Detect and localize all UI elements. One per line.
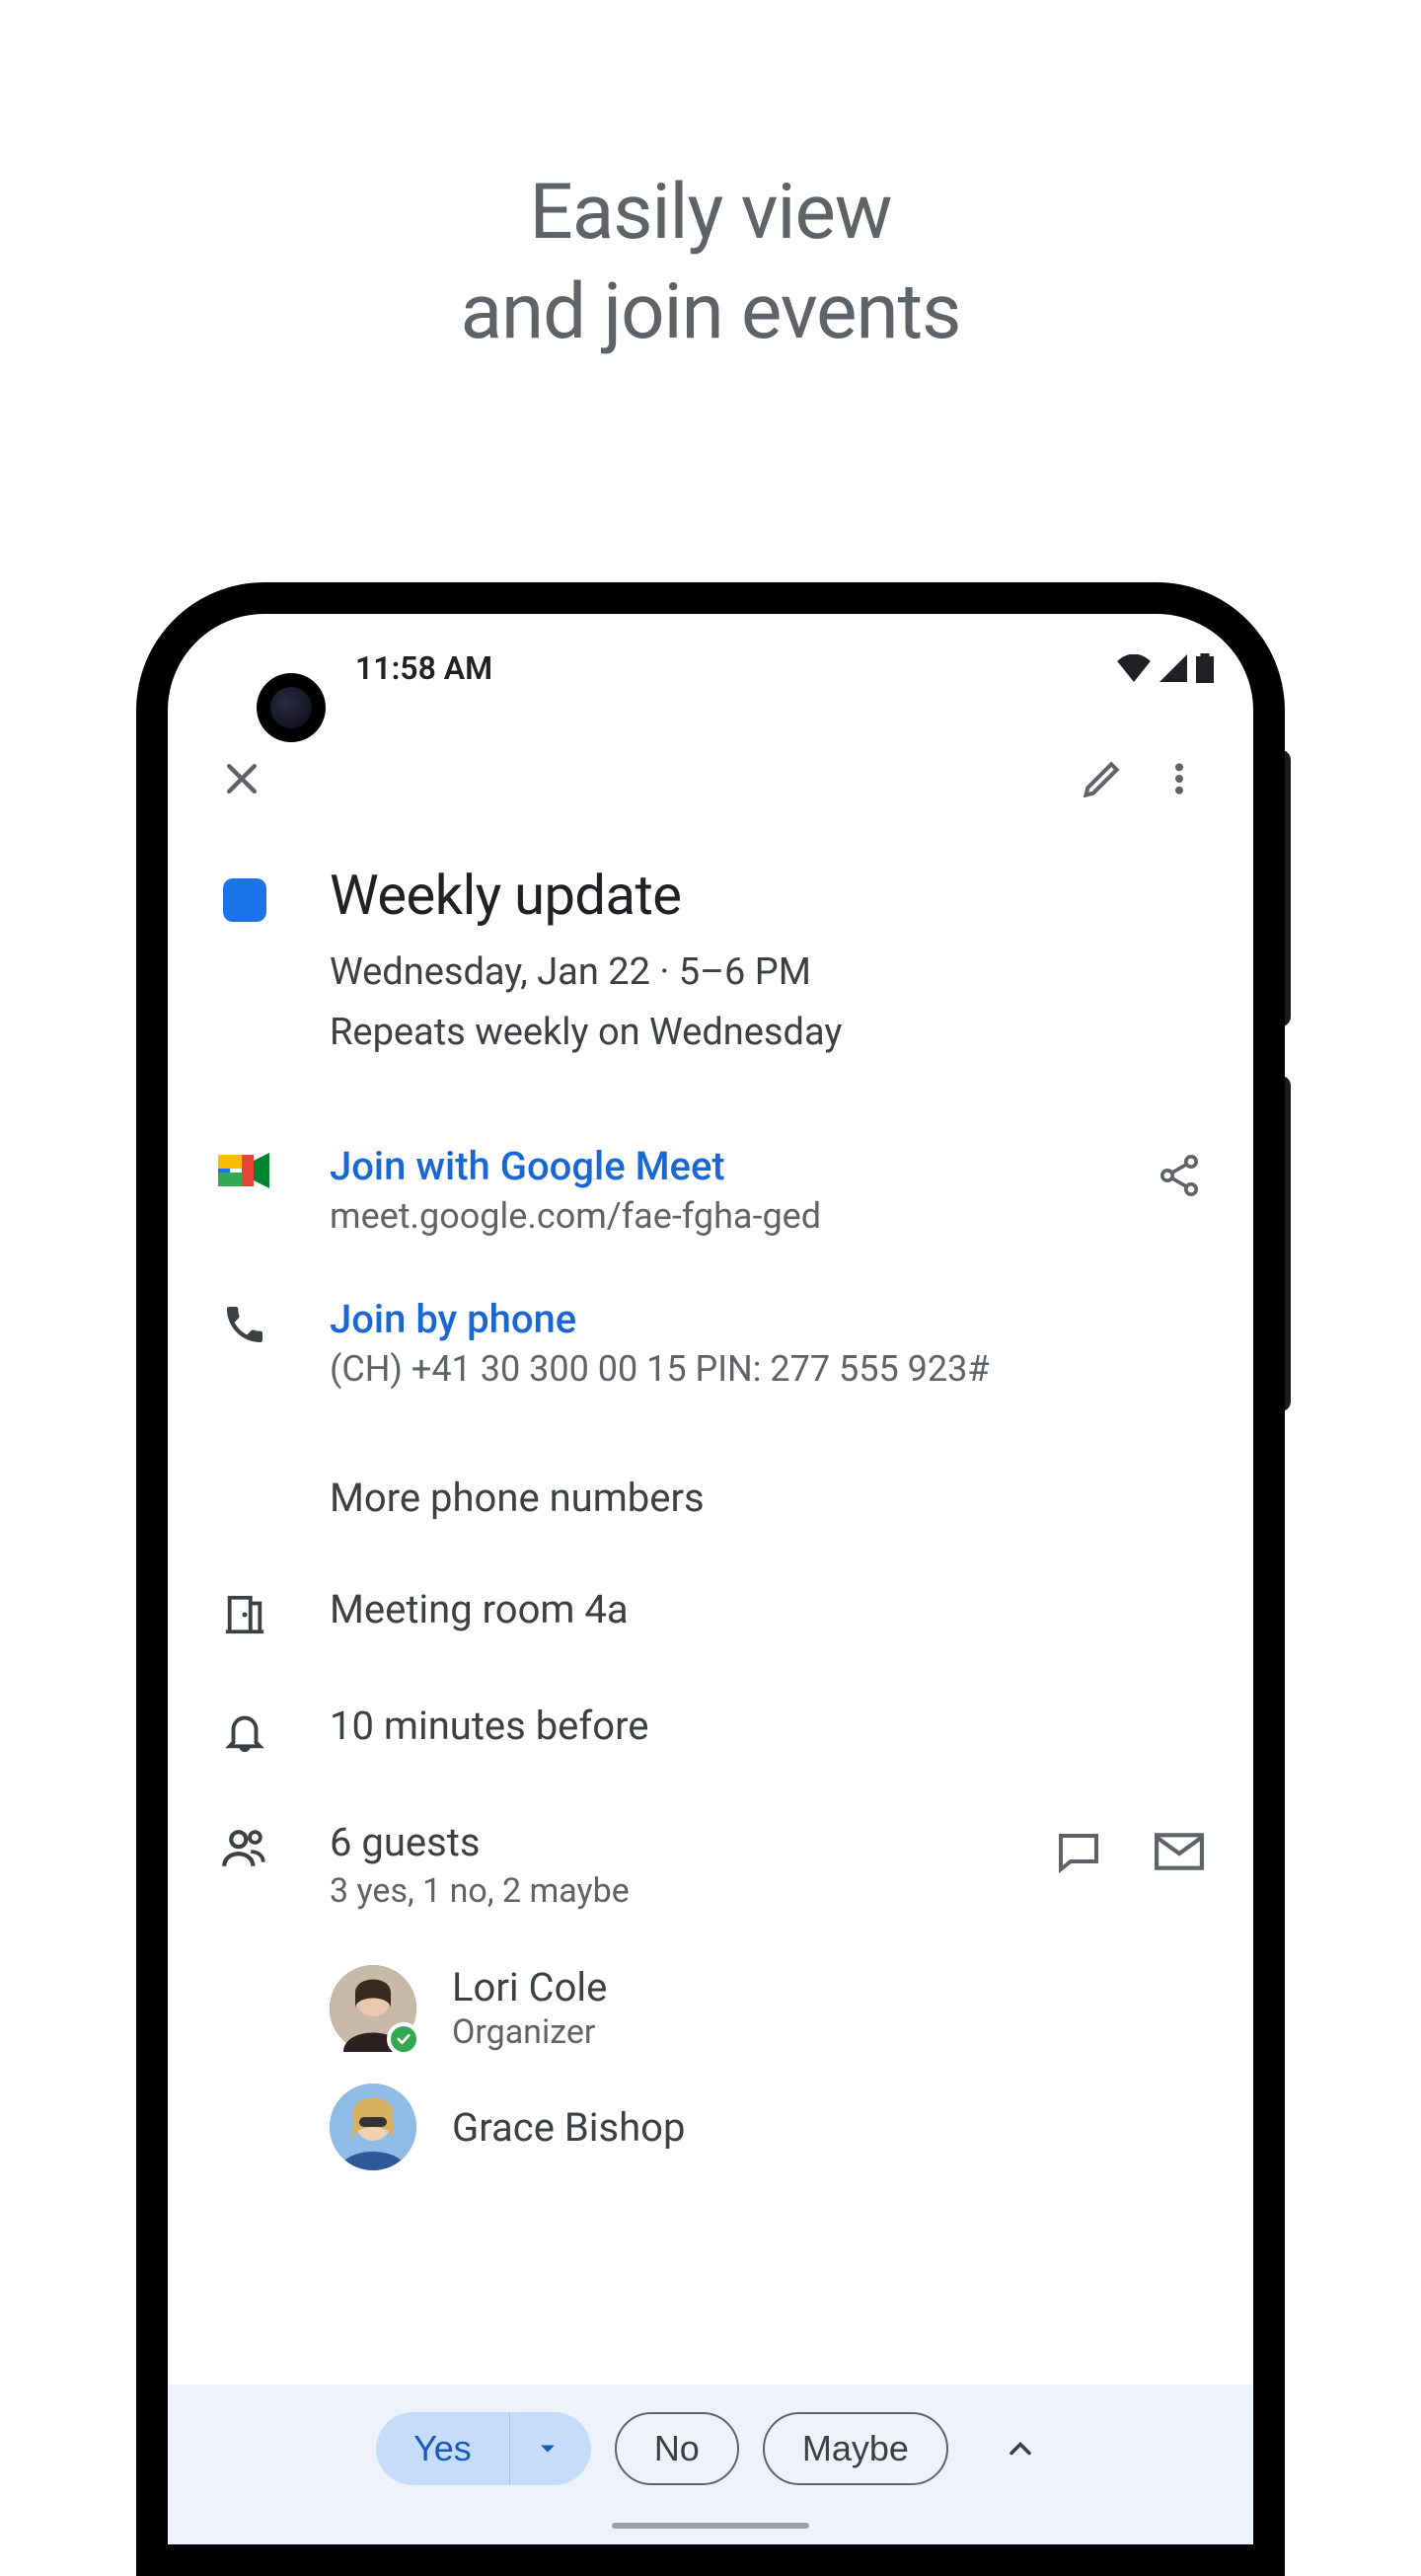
phone-frame: 11:58 AM	[136, 582, 1285, 2576]
event-header-row: Weekly update Wednesday, Jan 22 · 5–6 PM…	[215, 845, 1206, 1078]
more-phone-numbers-label: More phone numbers	[330, 1475, 1206, 1521]
share-icon	[1156, 1152, 1203, 1199]
event-color-chip	[223, 878, 266, 922]
promo-line-1: Easily view	[0, 163, 1421, 263]
close-button[interactable]	[215, 752, 268, 805]
edit-button[interactable]	[1076, 752, 1129, 805]
mail-icon	[1155, 1832, 1204, 1871]
guest-item[interactable]: Lori Cole Organizer	[330, 1948, 1206, 2068]
location-text: Meeting room 4a	[330, 1586, 1206, 1632]
event-recurrence: Repeats weekly on Wednesday	[330, 1006, 1206, 1060]
phone-screen: 11:58 AM	[168, 614, 1253, 2544]
rsvp-bar: Yes No Maybe	[168, 2385, 1253, 2544]
more-phone-numbers-row[interactable]: More phone numbers	[215, 1457, 1206, 1539]
chevron-up-icon	[1003, 2431, 1038, 2466]
chat-guests-button[interactable]	[1052, 1825, 1105, 1878]
wifi-icon	[1117, 654, 1151, 682]
guest-name: Lori Cole	[452, 1964, 607, 2010]
people-icon	[220, 1825, 269, 1870]
rsvp-yes-button[interactable]: Yes	[376, 2412, 509, 2485]
guest-list: Lori Cole Organizer Grace Bishop	[215, 1948, 1206, 2204]
status-bar: 11:58 AM	[168, 614, 1253, 722]
close-icon	[220, 757, 263, 800]
join-phone-row[interactable]: Join by phone (CH) +41 30 300 00 15 PIN:…	[215, 1278, 1206, 1407]
guest-item[interactable]: Grace Bishop	[330, 2068, 1206, 2186]
front-camera	[257, 673, 326, 742]
guests-row[interactable]: 6 guests 3 yes, 1 no, 2 maybe	[215, 1801, 1206, 1929]
bell-icon	[222, 1708, 267, 1754]
nav-handle	[612, 2523, 809, 2529]
rsvp-yes-dropdown[interactable]	[509, 2412, 591, 2485]
rsvp-expand-button[interactable]	[996, 2424, 1045, 2473]
join-meet-label: Join with Google Meet	[330, 1143, 1097, 1189]
phone-number: (CH) +41 30 300 00 15 PIN: 277 555 923#	[330, 1348, 1206, 1390]
avatar	[330, 1965, 416, 2052]
promo-line-2: and join events	[0, 263, 1421, 362]
guest-name: Grace Bishop	[452, 2104, 685, 2151]
phone-icon	[222, 1302, 267, 1347]
battery-icon	[1196, 653, 1214, 683]
pencil-icon	[1081, 757, 1124, 800]
email-guests-button[interactable]	[1153, 1825, 1206, 1878]
rsvp-maybe-button[interactable]: Maybe	[763, 2412, 948, 2485]
rsvp-no-button[interactable]: No	[615, 2412, 739, 2485]
guest-role: Organizer	[452, 2012, 607, 2052]
meet-url: meet.google.com/fae-fgha-ged	[330, 1195, 1097, 1237]
guests-count: 6 guests	[330, 1819, 997, 1865]
share-button[interactable]	[1153, 1149, 1206, 1202]
event-title: Weekly update	[330, 863, 1206, 928]
join-meet-row[interactable]: Join with Google Meet meet.google.com/fa…	[215, 1125, 1206, 1254]
rsvp-yes-group: Yes	[376, 2412, 591, 2485]
cellular-icon	[1159, 654, 1188, 682]
join-phone-label: Join by phone	[330, 1296, 1206, 1342]
reminder-text: 10 minutes before	[330, 1703, 1206, 1749]
guests-summary: 3 yes, 1 no, 2 maybe	[330, 1871, 997, 1911]
reminder-row[interactable]: 10 minutes before	[215, 1685, 1206, 1772]
chevron-down-icon	[534, 2435, 561, 2462]
status-badge-yes	[387, 2022, 420, 2056]
location-row[interactable]: Meeting room 4a	[215, 1568, 1206, 1655]
event-datetime: Wednesday, Jan 22 · 5–6 PM	[330, 946, 1206, 1000]
chat-icon	[1055, 1828, 1102, 1875]
room-icon	[222, 1592, 267, 1637]
check-icon	[395, 2030, 412, 2048]
google-meet-icon	[218, 1149, 271, 1192]
more-vert-icon	[1159, 757, 1199, 800]
overflow-menu-button[interactable]	[1153, 752, 1206, 805]
status-time: 11:58 AM	[355, 649, 492, 687]
app-bar	[168, 722, 1253, 845]
avatar	[330, 2084, 416, 2170]
promo-headline: Easily view and join events	[0, 0, 1421, 363]
